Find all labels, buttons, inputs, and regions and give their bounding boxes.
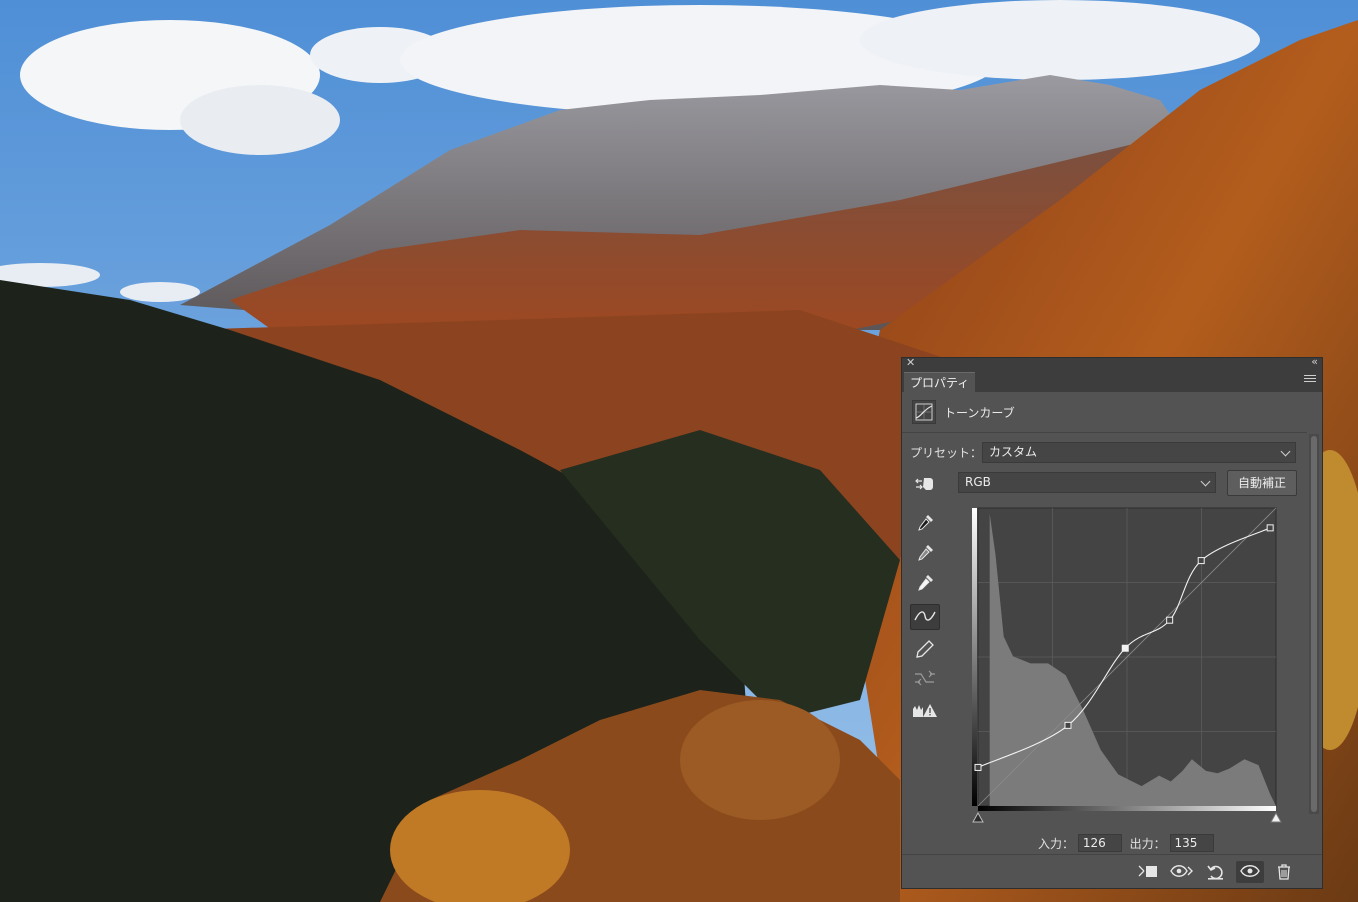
preset-label: プリセット： bbox=[910, 446, 983, 460]
curve-point-icon bbox=[914, 611, 936, 621]
white-eyedropper-icon bbox=[918, 575, 933, 591]
input-label: 入力： bbox=[1038, 836, 1075, 851]
output-gradient-bar bbox=[972, 508, 977, 806]
clip-to-layer-icon bbox=[1138, 865, 1157, 877]
clipping-warning-icon bbox=[913, 704, 937, 717]
white-point-slider[interactable] bbox=[1270, 811, 1282, 823]
curves-adjustment-icon bbox=[912, 400, 936, 424]
pencil-icon bbox=[916, 640, 934, 658]
output-label: 出力： bbox=[1129, 836, 1166, 851]
scroll-thumb[interactable] bbox=[1311, 436, 1317, 812]
smooth-icon bbox=[915, 670, 935, 686]
curve-point[interactable] bbox=[1064, 721, 1072, 729]
chevron-down-icon bbox=[1200, 476, 1211, 487]
divider bbox=[902, 432, 1307, 433]
curve-point[interactable] bbox=[1266, 524, 1274, 532]
view-previous-button[interactable] bbox=[1168, 861, 1196, 883]
delete-button[interactable] bbox=[1270, 861, 1298, 883]
input-output-row: 入力： 126 出力： 135 bbox=[1038, 834, 1218, 854]
curve-point[interactable] bbox=[974, 763, 982, 771]
curve-point-selected[interactable] bbox=[1121, 644, 1129, 652]
on-image-adjust-tool[interactable] bbox=[910, 472, 940, 498]
input-field[interactable]: 126 bbox=[1077, 834, 1122, 852]
channel-value: RGB bbox=[965, 475, 991, 489]
curves-graph[interactable] bbox=[968, 506, 1284, 828]
auto-button[interactable]: 自動補正 bbox=[1227, 470, 1297, 496]
input-gradient-bar bbox=[978, 806, 1276, 811]
clipping-warning-tool[interactable] bbox=[910, 698, 940, 724]
tab-properties[interactable]: プロパティ bbox=[904, 372, 976, 393]
panel-scrollbar[interactable] bbox=[1309, 434, 1319, 814]
black-point-slider[interactable] bbox=[972, 811, 984, 823]
preset-select[interactable]: カスタム bbox=[982, 442, 1296, 463]
curve-point[interactable] bbox=[1166, 616, 1174, 624]
preset-value: カスタム bbox=[989, 445, 1038, 459]
properties-panel: ✕ ‹‹ プロパティ トーンカーブ プリセット： カスタム RGB 自動補正 入… bbox=[901, 355, 1323, 891]
panel-tabbar: プロパティ bbox=[902, 370, 1322, 393]
panel-titlebar: ✕ ‹‹ bbox=[902, 355, 1322, 370]
gray-eyedropper-icon bbox=[918, 545, 933, 561]
smooth-tool[interactable] bbox=[910, 666, 940, 692]
close-icon[interactable]: ✕ bbox=[906, 356, 915, 369]
reset-icon bbox=[1207, 865, 1223, 880]
output-field[interactable]: 135 bbox=[1169, 834, 1214, 852]
panel-menu-icon[interactable] bbox=[1304, 375, 1316, 385]
on-image-adjust-icon bbox=[915, 478, 933, 490]
panel-footer bbox=[902, 854, 1322, 891]
trash-icon bbox=[1278, 864, 1290, 880]
black-eyedropper-tool[interactable] bbox=[910, 510, 940, 536]
pencil-tool[interactable] bbox=[910, 636, 940, 662]
gray-eyedropper-tool[interactable] bbox=[910, 540, 940, 566]
clip-to-layer-button[interactable] bbox=[1134, 861, 1162, 883]
chevron-down-icon bbox=[1280, 446, 1291, 457]
white-eyedropper-tool[interactable] bbox=[910, 570, 940, 596]
black-eyedropper-icon bbox=[918, 515, 933, 531]
channel-select[interactable]: RGB bbox=[958, 472, 1216, 493]
visibility-icon bbox=[1240, 865, 1260, 877]
curve-point[interactable] bbox=[1197, 557, 1205, 565]
reset-button[interactable] bbox=[1202, 861, 1230, 883]
curve-point-tool[interactable] bbox=[910, 604, 940, 630]
adjustment-title: トーンカーブ bbox=[944, 406, 1015, 420]
collapse-panel-icon[interactable]: ‹‹ bbox=[1311, 355, 1318, 368]
view-previous-icon bbox=[1170, 865, 1193, 877]
visibility-button[interactable] bbox=[1236, 861, 1264, 883]
